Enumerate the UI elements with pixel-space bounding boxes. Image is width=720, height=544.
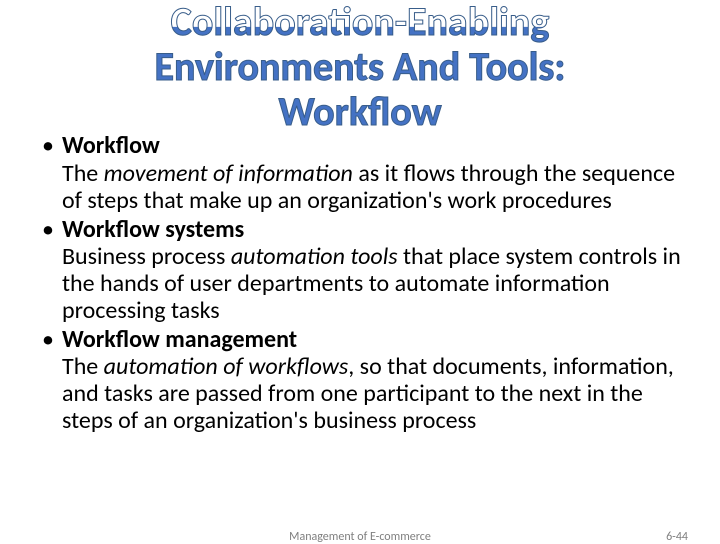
slide-body: Workflow The movement of information as …	[30, 132, 690, 434]
bullet-term: Workflow systems	[62, 215, 244, 244]
bullet-term: Workflow	[62, 131, 160, 160]
bullet-def-ital: automation of workflows	[104, 352, 349, 381]
bullet-item: Workflow systems Business process automa…	[42, 216, 690, 324]
bullet-def-pre: The	[62, 159, 104, 188]
bullet-def-ital: automation tools	[231, 242, 398, 271]
bullet-item: Workflow The movement of information as …	[42, 132, 690, 213]
slide-number: 6-44	[666, 530, 688, 544]
slide-title: Collaboration-Enabling Environments And …	[30, 0, 690, 134]
bullet-item: Workflow management The automation of wo…	[42, 326, 690, 434]
bullet-def-pre: The	[62, 352, 104, 381]
bullet-def-ital: movement of information	[104, 159, 353, 188]
bullet-def-pre: Business process	[62, 242, 231, 271]
title-text-outline: Collaboration-Enabling Environments And …	[155, 0, 566, 134]
bullet-term: Workflow management	[62, 325, 297, 354]
footer-center-text: Management of E-commerce	[289, 530, 431, 544]
